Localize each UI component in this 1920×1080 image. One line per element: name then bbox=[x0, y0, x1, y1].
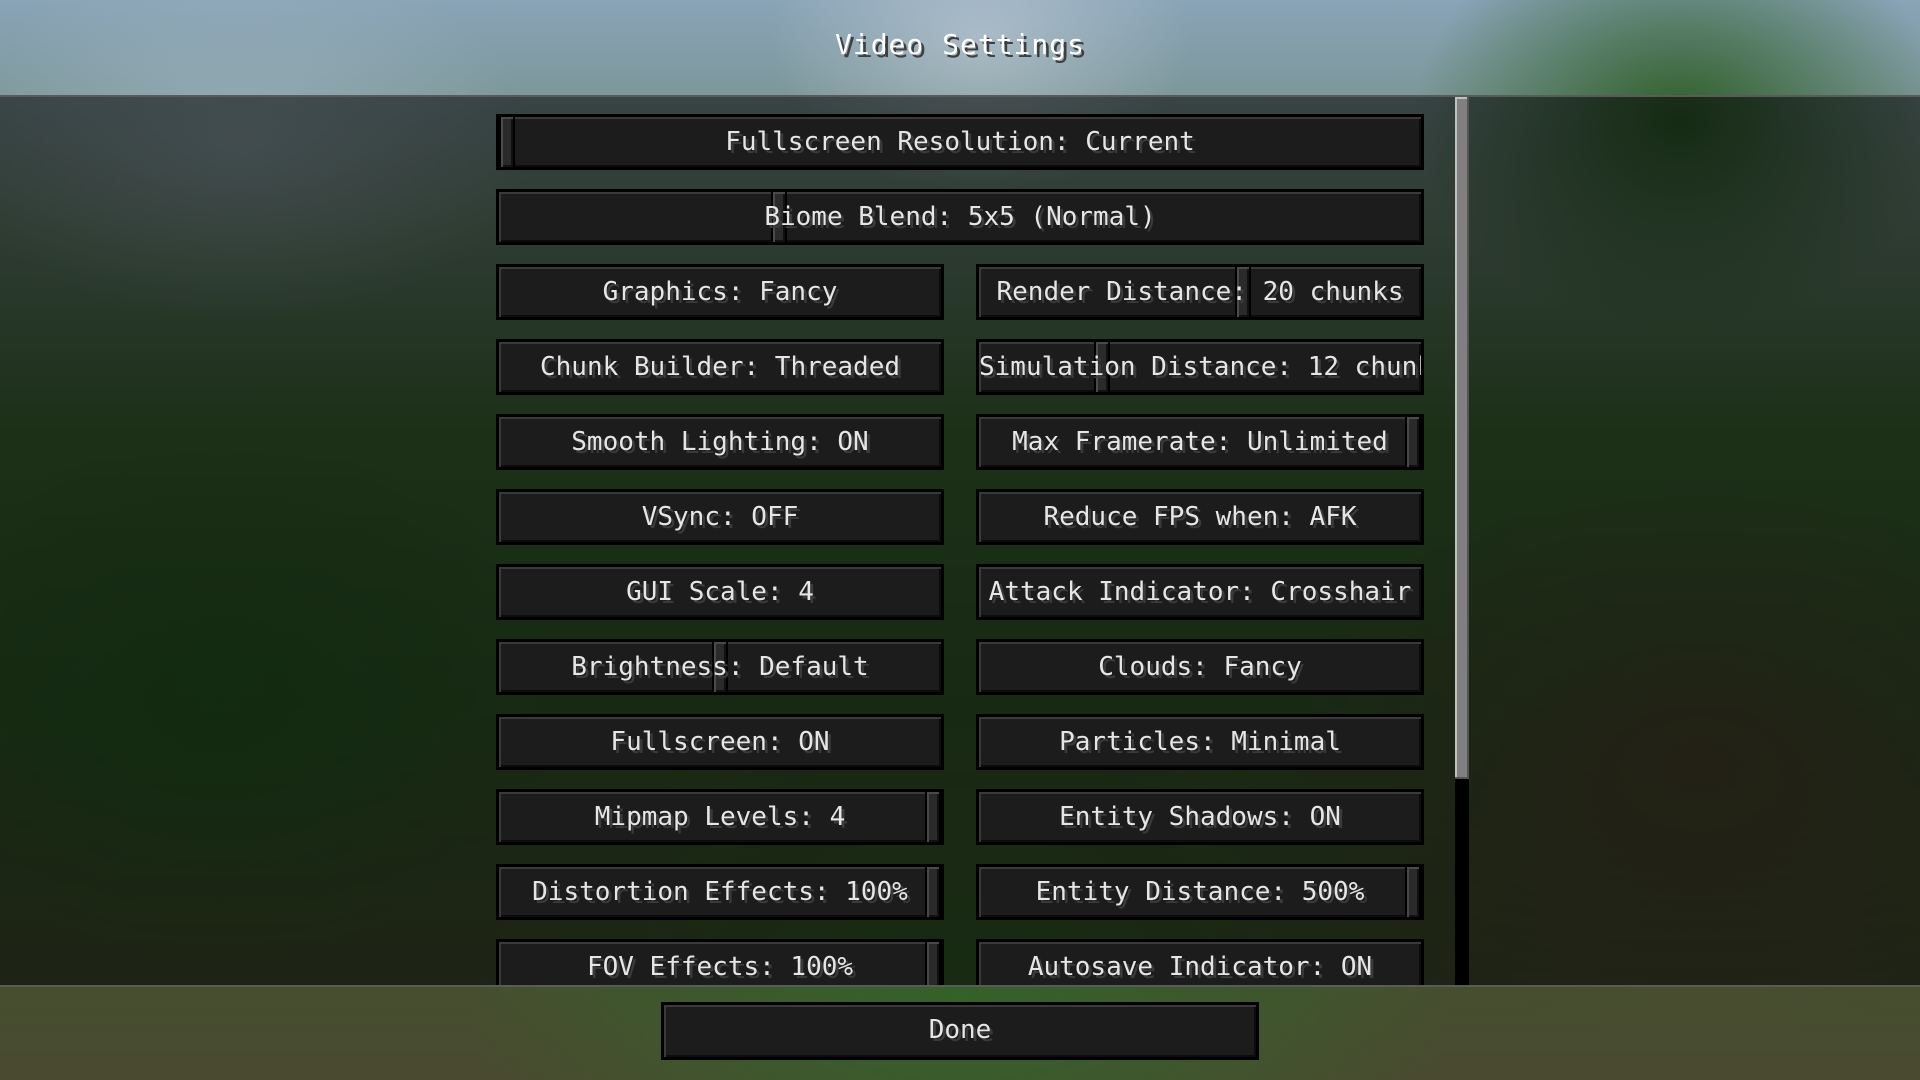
fullscreen-button[interactable]: Fullscreen: ON bbox=[496, 714, 944, 770]
footer: Done bbox=[0, 985, 1920, 1080]
entity-distance-slider[interactable]: Entity Distance: 500% bbox=[976, 864, 1424, 920]
graphics-button[interactable]: Graphics: Fancy bbox=[496, 264, 944, 320]
autosave-indicator-label: Autosave Indicator: ON bbox=[1027, 952, 1373, 982]
render-distance-label: Render Distance: 20 chunks bbox=[996, 277, 1404, 307]
simulation-distance-label: Simulation Distance: 12 chunks bbox=[979, 352, 1424, 382]
max-framerate-slider[interactable]: Max Framerate: Unlimited bbox=[976, 414, 1424, 470]
max-framerate-label: Max Framerate: Unlimited bbox=[1012, 427, 1388, 457]
brightness-slider[interactable]: Brightness: Default bbox=[496, 639, 944, 695]
autosave-indicator-button[interactable]: Autosave Indicator: ON bbox=[976, 939, 1424, 985]
slider-handle[interactable] bbox=[1405, 867, 1421, 917]
done-button[interactable]: Done bbox=[661, 1002, 1259, 1060]
mipmap-levels-label: Mipmap Levels: 4 bbox=[594, 802, 846, 832]
fov-effects-slider[interactable]: FOV Effects: 100% bbox=[496, 939, 944, 985]
simulation-distance-slider[interactable]: Simulation Distance: 12 chunks bbox=[976, 339, 1424, 395]
fullscreen-label: Fullscreen: ON bbox=[610, 727, 830, 757]
mipmap-levels-slider[interactable]: Mipmap Levels: 4 bbox=[496, 789, 944, 845]
smooth-lighting-label: Smooth Lighting: ON bbox=[571, 427, 869, 457]
screen-title: Video Settings bbox=[834, 28, 1085, 61]
attack-indicator-button[interactable]: Attack Indicator: Crosshair bbox=[976, 564, 1424, 620]
clouds-label: Clouds: Fancy bbox=[1098, 652, 1302, 682]
particles-button[interactable]: Particles: Minimal bbox=[976, 714, 1424, 770]
particles-label: Particles: Minimal bbox=[1059, 727, 1341, 757]
biome-blend-slider[interactable]: Biome Blend: 5x5 (Normal) bbox=[496, 189, 1424, 245]
graphics-label: Graphics: Fancy bbox=[602, 277, 838, 307]
reduce-fps-afk-button[interactable]: Reduce FPS when: AFK bbox=[976, 489, 1424, 545]
scrollbar[interactable] bbox=[1455, 97, 1469, 985]
attack-indicator-label: Attack Indicator: Crosshair bbox=[988, 577, 1412, 607]
distortion-effects-slider[interactable]: Distortion Effects: 100% bbox=[496, 864, 944, 920]
entity-distance-label: Entity Distance: 500% bbox=[1035, 877, 1365, 907]
header: Video Settings bbox=[0, 0, 1920, 95]
slider-handle[interactable] bbox=[925, 942, 941, 985]
slider-handle[interactable] bbox=[925, 867, 941, 917]
slider-handle[interactable] bbox=[499, 117, 515, 167]
chunk-builder-button[interactable]: Chunk Builder: Threaded bbox=[496, 339, 944, 395]
smooth-lighting-button[interactable]: Smooth Lighting: ON bbox=[496, 414, 944, 470]
gui-scale-button[interactable]: GUI Scale: 4 bbox=[496, 564, 944, 620]
entity-shadows-button[interactable]: Entity Shadows: ON bbox=[976, 789, 1424, 845]
reduce-fps-afk-label: Reduce FPS when: AFK bbox=[1043, 502, 1357, 532]
brightness-label: Brightness: Default bbox=[571, 652, 869, 682]
distortion-effects-label: Distortion Effects: 100% bbox=[532, 877, 908, 907]
fov-effects-label: FOV Effects: 100% bbox=[586, 952, 854, 982]
vsync-button[interactable]: VSync: OFF bbox=[496, 489, 944, 545]
fullscreen-resolution-label: Fullscreen Resolution: Current bbox=[725, 127, 1195, 157]
slider-handle[interactable] bbox=[925, 792, 941, 842]
scrollbar-thumb[interactable] bbox=[1455, 97, 1469, 779]
slider-handle[interactable] bbox=[1405, 417, 1421, 467]
gui-scale-label: GUI Scale: 4 bbox=[626, 577, 814, 607]
clouds-button[interactable]: Clouds: Fancy bbox=[976, 639, 1424, 695]
biome-blend-label: Biome Blend: 5x5 (Normal) bbox=[764, 202, 1156, 232]
done-label: Done bbox=[928, 1015, 992, 1045]
entity-shadows-label: Entity Shadows: ON bbox=[1059, 802, 1341, 832]
options-list[interactable]: Fullscreen Resolution: Current Biome Ble… bbox=[0, 95, 1920, 987]
chunk-builder-label: Chunk Builder: Threaded bbox=[539, 352, 901, 382]
render-distance-slider[interactable]: Render Distance: 20 chunks bbox=[976, 264, 1424, 320]
fullscreen-resolution-slider[interactable]: Fullscreen Resolution: Current bbox=[496, 114, 1424, 170]
vsync-label: VSync: OFF bbox=[641, 502, 799, 532]
